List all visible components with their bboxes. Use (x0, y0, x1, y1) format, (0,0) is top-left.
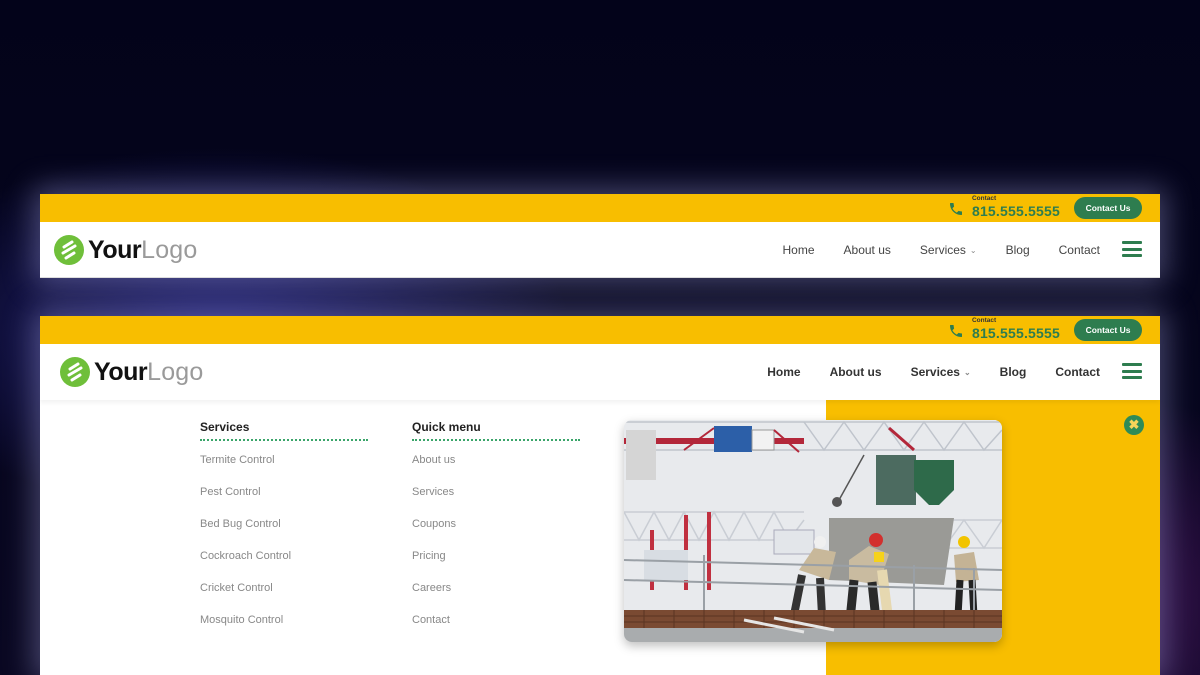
menu-link-termite-control[interactable]: Termite Control (200, 449, 368, 481)
menu-link-cockroach-control[interactable]: Cockroach Control (200, 545, 368, 577)
menu-link-mosquito-control[interactable]: Mosquito Control (200, 609, 368, 641)
logo-text-light: Logo (141, 235, 198, 264)
logo-text-light: Logo (147, 357, 204, 386)
close-icon[interactable]: ✖ (1124, 415, 1144, 435)
menu-link-about-us[interactable]: About us (412, 449, 580, 481)
nav-home[interactable]: Home (783, 243, 815, 257)
nav-services-label: Services (919, 243, 966, 257)
logo[interactable]: Your Logo (60, 357, 204, 387)
phone-icon (949, 202, 962, 215)
top-bar: Contact 815.555.5555 Contact Us (40, 316, 1160, 344)
top-bar: Contact 815.555.5555 Contact Us (40, 194, 1160, 222)
menu-link-bed-bug-control[interactable]: Bed Bug Control (200, 513, 368, 545)
mega-menu: Services Termite Control Pest Control Be… (40, 400, 1160, 675)
chevron-down-icon: ⌄ (969, 245, 977, 255)
menu-link-pricing[interactable]: Pricing (412, 545, 580, 577)
construction-photo (624, 420, 1002, 642)
nav-contact[interactable]: Contact (1055, 365, 1100, 379)
menu-link-contact[interactable]: Contact (412, 609, 580, 641)
contact-us-button[interactable]: Contact Us (1074, 319, 1142, 341)
menu-link-pest-control[interactable]: Pest Control (200, 481, 368, 513)
navbar: Your Logo Home About us Services ⌄ Blog Co… (40, 344, 1160, 400)
phone-number[interactable]: 815.555.5555 (972, 326, 1060, 340)
main-nav: Home About us Services ⌄ Blog Contact (754, 222, 1101, 278)
nav-about-us[interactable]: About us (844, 243, 891, 257)
phone-number[interactable]: 815.555.5555 (972, 204, 1060, 218)
contact-label: Contact (971, 317, 997, 324)
header-preview-expanded: Contact 815.555.5555 Contact Us Your Logo… (40, 316, 1160, 675)
header-preview-compact: Contact 815.555.5555 Contact Us Your Logo… (40, 194, 1160, 278)
services-column: Services Termite Control Pest Control Be… (200, 420, 368, 641)
nav-blog[interactable]: Blog (1006, 243, 1030, 257)
services-heading: Services (200, 420, 368, 441)
quick-menu-heading: Quick menu (412, 420, 580, 441)
phone-contact[interactable]: Contact 815.555.5555 (948, 195, 1060, 218)
menu-link-services[interactable]: Services (412, 481, 580, 513)
contact-label: Contact (971, 195, 997, 202)
menu-link-coupons[interactable]: Coupons (412, 513, 580, 545)
nav-about-us[interactable]: About us (830, 365, 882, 379)
quick-menu-column: Quick menu About us Services Coupons Pri… (412, 420, 580, 641)
hamburger-icon[interactable] (1122, 241, 1142, 257)
logo-icon (60, 357, 90, 387)
nav-home[interactable]: Home (767, 365, 800, 379)
hamburger-icon[interactable] (1122, 363, 1142, 379)
nav-services[interactable]: Services ⌄ (911, 365, 971, 379)
construction-scene-illustration (624, 420, 1002, 642)
menu-link-cricket-control[interactable]: Cricket Control (200, 577, 368, 609)
nav-blog[interactable]: Blog (1000, 365, 1027, 379)
logo-icon (54, 235, 84, 265)
navbar: Your Logo Home About us Services ⌄ Blog Co… (40, 222, 1160, 278)
phone-icon (949, 324, 962, 337)
logo-text-bold: Your (88, 235, 142, 264)
nav-services-label: Services (910, 365, 960, 379)
menu-link-careers[interactable]: Careers (412, 577, 580, 609)
nav-services[interactable]: Services ⌄ (920, 243, 977, 257)
nav-contact[interactable]: Contact (1059, 243, 1100, 257)
main-nav: Home About us Services ⌄ Blog Contact (738, 344, 1100, 400)
chevron-down-icon: ⌄ (963, 367, 971, 377)
phone-contact[interactable]: Contact 815.555.5555 (948, 317, 1060, 340)
logo-text-bold: Your (94, 357, 148, 386)
logo[interactable]: Your Logo (54, 235, 198, 265)
contact-us-button[interactable]: Contact Us (1074, 197, 1142, 219)
